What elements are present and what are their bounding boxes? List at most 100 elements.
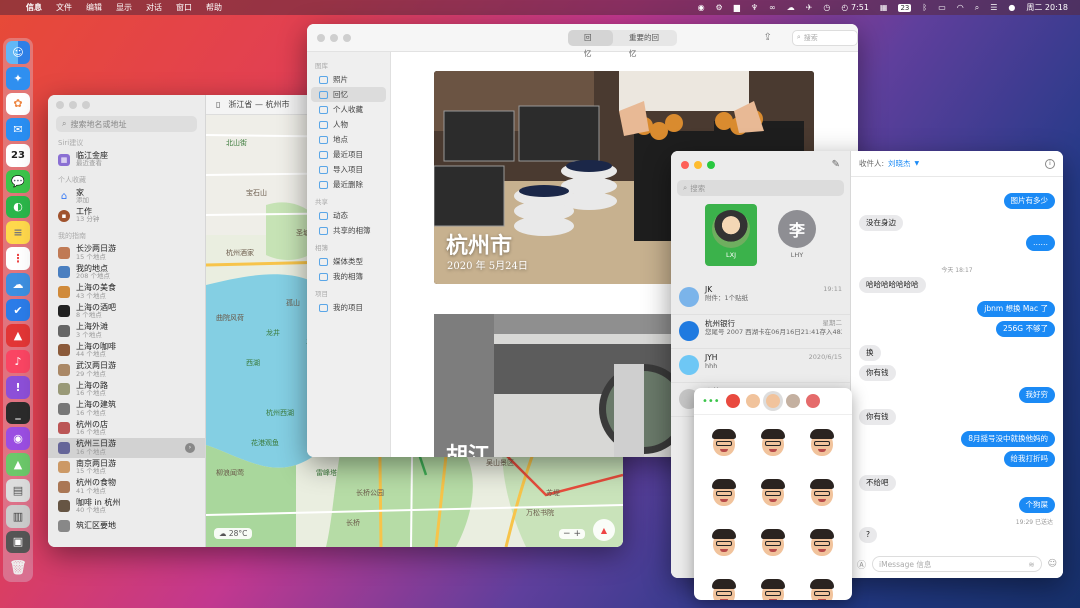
wifi-icon[interactable]: ◠ <box>957 3 964 12</box>
guide-item[interactable]: 上海の酒吧 8 个地点 <box>48 302 205 322</box>
message-bubble[interactable]: 没在身边 <box>859 215 903 231</box>
safari-icon[interactable]: ✦ <box>6 66 30 90</box>
status-display-icon[interactable]: ▆ <box>734 3 740 12</box>
rocket-icon[interactable]: ▲ <box>6 324 30 348</box>
guide-item[interactable]: 武汉两日游 29 个地点 <box>48 360 205 380</box>
audio-wave-icon[interactable]: ≋ <box>1028 560 1034 569</box>
map-label[interactable]: 杭州酒家 <box>226 248 254 257</box>
memoji-sticker[interactable] <box>803 523 842 565</box>
guide-item[interactable]: 杭州の食物 41 个地点 <box>48 477 205 497</box>
chevron-down-icon[interactable]: ▼ <box>915 160 920 167</box>
suggestion-item[interactable]: ▦ 临江金座 最近查看 <box>48 150 205 169</box>
memoji-sticker[interactable] <box>753 473 792 515</box>
sidebar-item[interactable]: 个人收藏 <box>307 102 390 117</box>
sidebar-item[interactable]: 照片 <box>307 72 390 87</box>
memoji-octopus-icon[interactable] <box>805 394 820 408</box>
menu-item-file[interactable]: 文件 <box>56 2 72 13</box>
map-label[interactable]: 杭州西湖 <box>266 408 294 417</box>
message-bubble[interactable]: 256G 不够了 <box>995 321 1055 337</box>
memoji-sticker[interactable] <box>704 523 743 565</box>
message-bubble[interactable]: 哈哈哈哈哈哈哈 <box>859 277 926 293</box>
message-bubble[interactable]: jbnm 想换 Mac 了 <box>977 301 1055 317</box>
bluetooth-icon[interactable]: ᛒ <box>922 3 927 12</box>
map-label[interactable]: 雷峰塔 <box>316 468 337 477</box>
minimize-button[interactable] <box>69 101 77 109</box>
status-brush-icon[interactable]: ♆ <box>751 3 758 12</box>
memoji-mouse-icon[interactable] <box>785 394 800 408</box>
sidebar-toggle-icon[interactable]: ▯ <box>216 100 220 109</box>
message-bubble[interactable]: 我好穷 <box>1018 387 1055 403</box>
notes-icon[interactable]: ≡ <box>6 221 30 245</box>
conversation-row[interactable]: 杭州银行星期二您尾号 2007 西湖卡在06月16日21:41存入483.68元… <box>671 315 850 349</box>
zoom-control[interactable]: − + <box>559 529 585 539</box>
map-label[interactable]: 长桥公园 <box>356 488 384 497</box>
sidebar-item[interactable]: 最近删除 <box>307 177 390 192</box>
photos-icon[interactable]: ✿ <box>6 92 30 116</box>
trash-icon[interactable]: 🗑 <box>6 556 30 579</box>
music-icon[interactable]: ♪ <box>6 350 30 373</box>
sidebar-item[interactable]: 导入项目 <box>307 162 390 177</box>
message-input[interactable]: iMessage 信息 ≋ <box>872 556 1042 572</box>
favorite-home[interactable]: ⌂ 家添加 <box>48 187 205 206</box>
memoji-sticker[interactable] <box>753 573 792 600</box>
conversation-row[interactable]: JK 19:11 附件：1个贴纸 <box>671 281 850 315</box>
minimize-button[interactable] <box>330 33 338 42</box>
map-label[interactable]: 长桥 <box>346 518 360 527</box>
memoji-sticker[interactable] <box>803 423 842 465</box>
memoji-face-icon[interactable] <box>745 394 760 408</box>
guide-item[interactable]: 上海外滩 3 个地点 <box>48 321 205 341</box>
status-timer[interactable]: ◴ 7:51 <box>841 3 869 12</box>
zoom-button[interactable] <box>343 33 351 42</box>
compass-icon[interactable]: ▲ <box>593 519 615 541</box>
map-label[interactable]: 花港观鱼 <box>251 438 279 447</box>
mail-icon[interactable]: ✉ <box>6 118 30 142</box>
guide-item[interactable]: 南京两日游 15 个地点 <box>48 458 205 478</box>
close-button[interactable] <box>681 160 689 169</box>
battery-icon[interactable]: ▭ <box>938 3 946 12</box>
emoji-icon[interactable]: ☺ <box>1048 559 1057 569</box>
memoji-sticker[interactable] <box>803 573 842 600</box>
guide-item[interactable]: 上海の咖啡 44 个地点 <box>48 341 205 361</box>
weather-icon[interactable]: ☁ <box>6 272 30 296</box>
menu-item-window[interactable]: 窗口 <box>176 2 192 13</box>
recipient-chip[interactable]: 刘晓杰 <box>888 158 911 169</box>
guide-item[interactable]: 咖啡 in 杭州 40 个地点 <box>48 497 205 517</box>
maps-icon[interactable]: ▲ <box>6 453 30 477</box>
memoji-sticker[interactable] <box>704 573 743 600</box>
message-bubble[interactable]: ? <box>859 527 877 543</box>
calendar-icon[interactable]: 23 <box>6 144 30 167</box>
guide-item[interactable]: 上海の路 16 个地点 <box>48 380 205 400</box>
more-icon[interactable]: ••• <box>702 396 720 407</box>
menu-item-conversation[interactable]: 对话 <box>146 2 162 13</box>
search-icon[interactable]: ⌕ <box>975 3 979 13</box>
menu-item-help[interactable]: 帮助 <box>206 2 222 13</box>
avatar-icon[interactable]: ● <box>1008 3 1015 12</box>
memoji-sticker[interactable] <box>753 423 792 465</box>
status-plane-icon[interactable]: ✈ <box>806 3 813 12</box>
map-label[interactable]: 龙井 <box>266 328 280 337</box>
message-bubble[interactable]: 给我打折吗 <box>1003 451 1055 467</box>
menu-item-edit[interactable]: 编辑 <box>86 2 102 13</box>
tab-featured-memories[interactable]: 重要的回忆 <box>613 30 677 58</box>
status-calendar-day[interactable]: 23 <box>898 3 912 12</box>
map-label[interactable]: 柳浪闻莺 <box>216 468 244 477</box>
terminal-icon[interactable]: _ <box>6 401 30 425</box>
guide-item[interactable]: 上海の建筑 16 个地点 <box>48 399 205 419</box>
favorite-work[interactable]: ▪ 工作 13 分钟 <box>48 206 205 225</box>
photos-search-input[interactable]: ⌕ 搜索 <box>791 29 858 46</box>
preview-icon[interactable]: ▤ <box>6 479 30 502</box>
close-button[interactable] <box>56 101 64 109</box>
messages-icon[interactable]: 💬 <box>6 169 30 193</box>
guide-item[interactable]: 我的地点 208 个地点 <box>48 263 205 283</box>
guide-item[interactable]: 筑汇区要地 <box>48 516 205 536</box>
wechat-icon[interactable]: ◐ <box>6 195 30 219</box>
status-grid-icon[interactable]: ▦ <box>880 3 888 12</box>
memoji-sticker[interactable] <box>803 473 842 515</box>
sidebar-item[interactable]: 共享的相簿 <box>307 223 390 238</box>
map-label[interactable]: 北山街 <box>226 138 247 147</box>
status-glasses-icon[interactable]: ∞ <box>769 3 776 12</box>
reminders-icon[interactable]: ⋮ <box>6 247 30 270</box>
sidebar-item[interactable]: 媒体类型 <box>307 254 390 269</box>
screenshot-icon[interactable]: ▣ <box>6 530 30 554</box>
map-label[interactable]: 苏堤 <box>546 488 560 497</box>
